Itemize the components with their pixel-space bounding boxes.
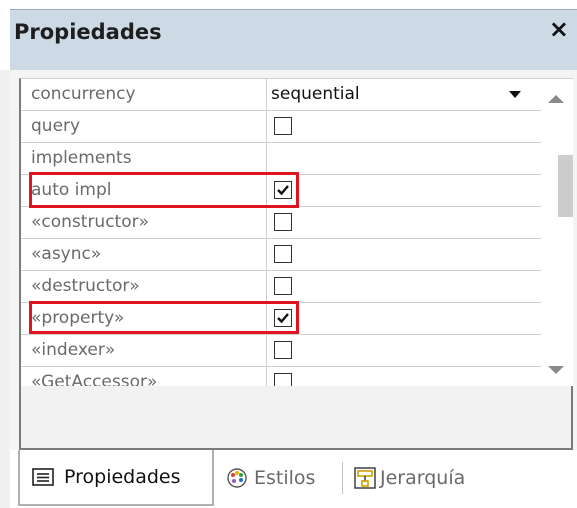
property-name: «constructor» xyxy=(31,212,150,232)
highlight-box-property xyxy=(29,301,299,334)
property-row-getaccessor: «GetAccessor» xyxy=(21,367,541,387)
tab-propiedades[interactable]: Propiedades xyxy=(18,450,214,506)
destructor-checkbox[interactable] xyxy=(274,277,292,295)
property-name: «async» xyxy=(31,244,102,264)
column-divider xyxy=(266,111,267,143)
property-name: query xyxy=(31,116,81,136)
concurrency-value[interactable]: sequential xyxy=(271,79,360,110)
property-row-constructor: «constructor» xyxy=(21,207,541,239)
tab-label: Jerarquía xyxy=(380,467,466,489)
async-checkbox[interactable] xyxy=(274,245,292,263)
property-name: concurrency xyxy=(31,84,136,104)
tab-estilos[interactable]: Estilos xyxy=(222,450,344,506)
property-row-destructor: «destructor» xyxy=(21,271,541,303)
panel-title: Propiedades xyxy=(14,20,162,44)
properties-list-icon xyxy=(32,468,54,486)
concurrency-dropdown-button[interactable] xyxy=(503,83,527,105)
column-divider xyxy=(266,79,267,111)
chevron-down-icon xyxy=(509,91,521,98)
tab-label: Estilos xyxy=(254,467,316,489)
column-divider xyxy=(266,143,267,175)
property-row-concurrency: concurrency sequential xyxy=(21,79,541,111)
hierarchy-icon xyxy=(354,467,376,489)
property-row-query: query xyxy=(21,111,541,143)
property-row-indexer: «indexer» xyxy=(21,335,541,367)
grid-empty-area xyxy=(19,386,573,450)
query-checkbox[interactable] xyxy=(274,117,292,135)
column-divider xyxy=(266,207,267,239)
panel-titlebar: Propiedades × xyxy=(0,0,577,71)
vertical-scrollbar[interactable] xyxy=(541,79,573,387)
highlight-box-auto-impl xyxy=(29,172,299,208)
close-button[interactable]: × xyxy=(549,17,569,41)
property-name: implements xyxy=(31,148,132,168)
scroll-down-arrow-icon[interactable] xyxy=(548,366,564,374)
column-divider xyxy=(266,271,267,303)
property-grid: concurrency sequential query implements … xyxy=(19,78,573,387)
column-divider xyxy=(266,335,267,367)
property-row-async: «async» xyxy=(21,239,541,271)
palette-icon xyxy=(227,468,247,488)
tab-jerarquia[interactable]: Jerarquía xyxy=(350,450,494,506)
property-name: «destructor» xyxy=(31,276,140,296)
property-row-implements: implements xyxy=(21,143,541,175)
constructor-checkbox[interactable] xyxy=(274,213,292,231)
column-divider xyxy=(266,239,267,271)
tab-label: Propiedades xyxy=(64,466,181,488)
properties-panel: Propiedades × concurrency sequential que… xyxy=(0,0,577,508)
getaccessor-checkbox[interactable] xyxy=(274,373,292,387)
scroll-up-arrow-icon[interactable] xyxy=(548,95,564,103)
scrollbar-thumb[interactable] xyxy=(558,155,573,217)
property-name: «indexer» xyxy=(31,340,116,360)
tab-separator xyxy=(342,462,343,494)
column-divider xyxy=(266,367,267,387)
panel-tab-bar: Propiedades Estilos Jerarquía xyxy=(10,450,577,508)
property-name: «GetAccessor» xyxy=(31,372,158,387)
indexer-checkbox[interactable] xyxy=(274,341,292,359)
